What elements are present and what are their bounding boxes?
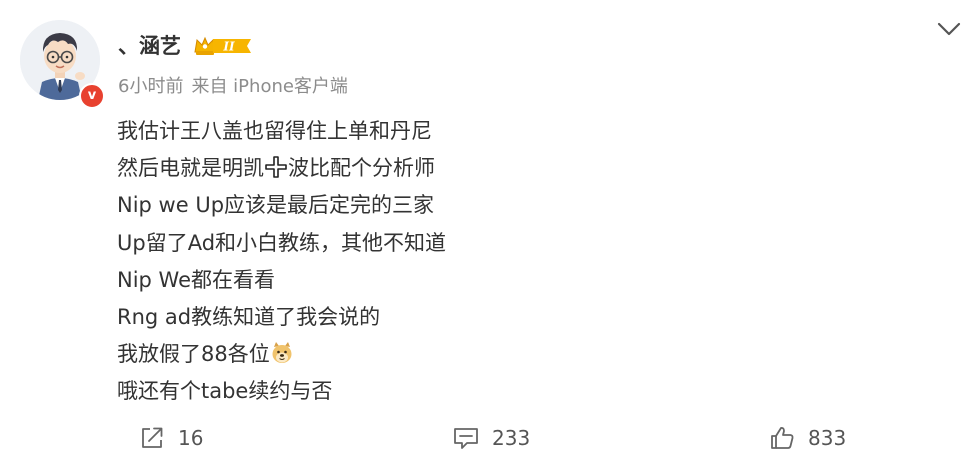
comment-count: 233	[492, 426, 531, 450]
content-line: 然后电就是明凯 波比配个分析师	[117, 156, 435, 181]
comment-button[interactable]: 233	[452, 424, 530, 452]
thumbs-up-icon	[771, 427, 794, 449]
content-line: Up留了Ad和小白教练，其他不知道	[117, 230, 447, 255]
content-line: Nip we Up应该是最后定完的三家	[117, 193, 435, 218]
verified-badge-icon: v	[79, 83, 105, 109]
content-line: Rng ad教练知道了我会说的	[117, 304, 381, 329]
content-line: 我估计王八盖也留得住上单和丹尼	[117, 119, 432, 143]
doge-emoji-icon	[272, 342, 292, 364]
comment-icon	[454, 428, 478, 449]
badge-label: II	[222, 40, 235, 54]
crown-level-badge-icon: II	[194, 36, 251, 55]
content-line: 哦还有个tabe续约与否	[117, 379, 333, 404]
share-button[interactable]: 16	[138, 424, 203, 452]
post-meta: 6小时前 来自 iPhone客户端	[118, 72, 348, 98]
content-line: 我放假了88各位	[117, 336, 937, 373]
like-count: 833	[808, 426, 847, 450]
weibo-post: v 、涵艺 II 6小时前 来自 iPhone客户端 我估计王八盖也留得住上单和丹…	[0, 0, 961, 461]
post-content: 我估计王八盖也留得住上单和丹尼 然后电就是明凯 波比配个分析师 Nip we Up…	[117, 113, 937, 411]
username[interactable]: 、涵艺	[118, 30, 181, 60]
chevron-down-icon[interactable]	[936, 18, 961, 40]
like-button[interactable]: 833	[768, 424, 846, 452]
post-source: 来自 iPhone客户端	[191, 76, 348, 97]
post-time[interactable]: 6小时前	[118, 76, 183, 97]
plus-emoji-icon	[265, 156, 287, 178]
share-count: 16	[178, 426, 204, 450]
share-icon	[142, 427, 163, 448]
content-line: Nip We都在看看	[117, 267, 276, 292]
